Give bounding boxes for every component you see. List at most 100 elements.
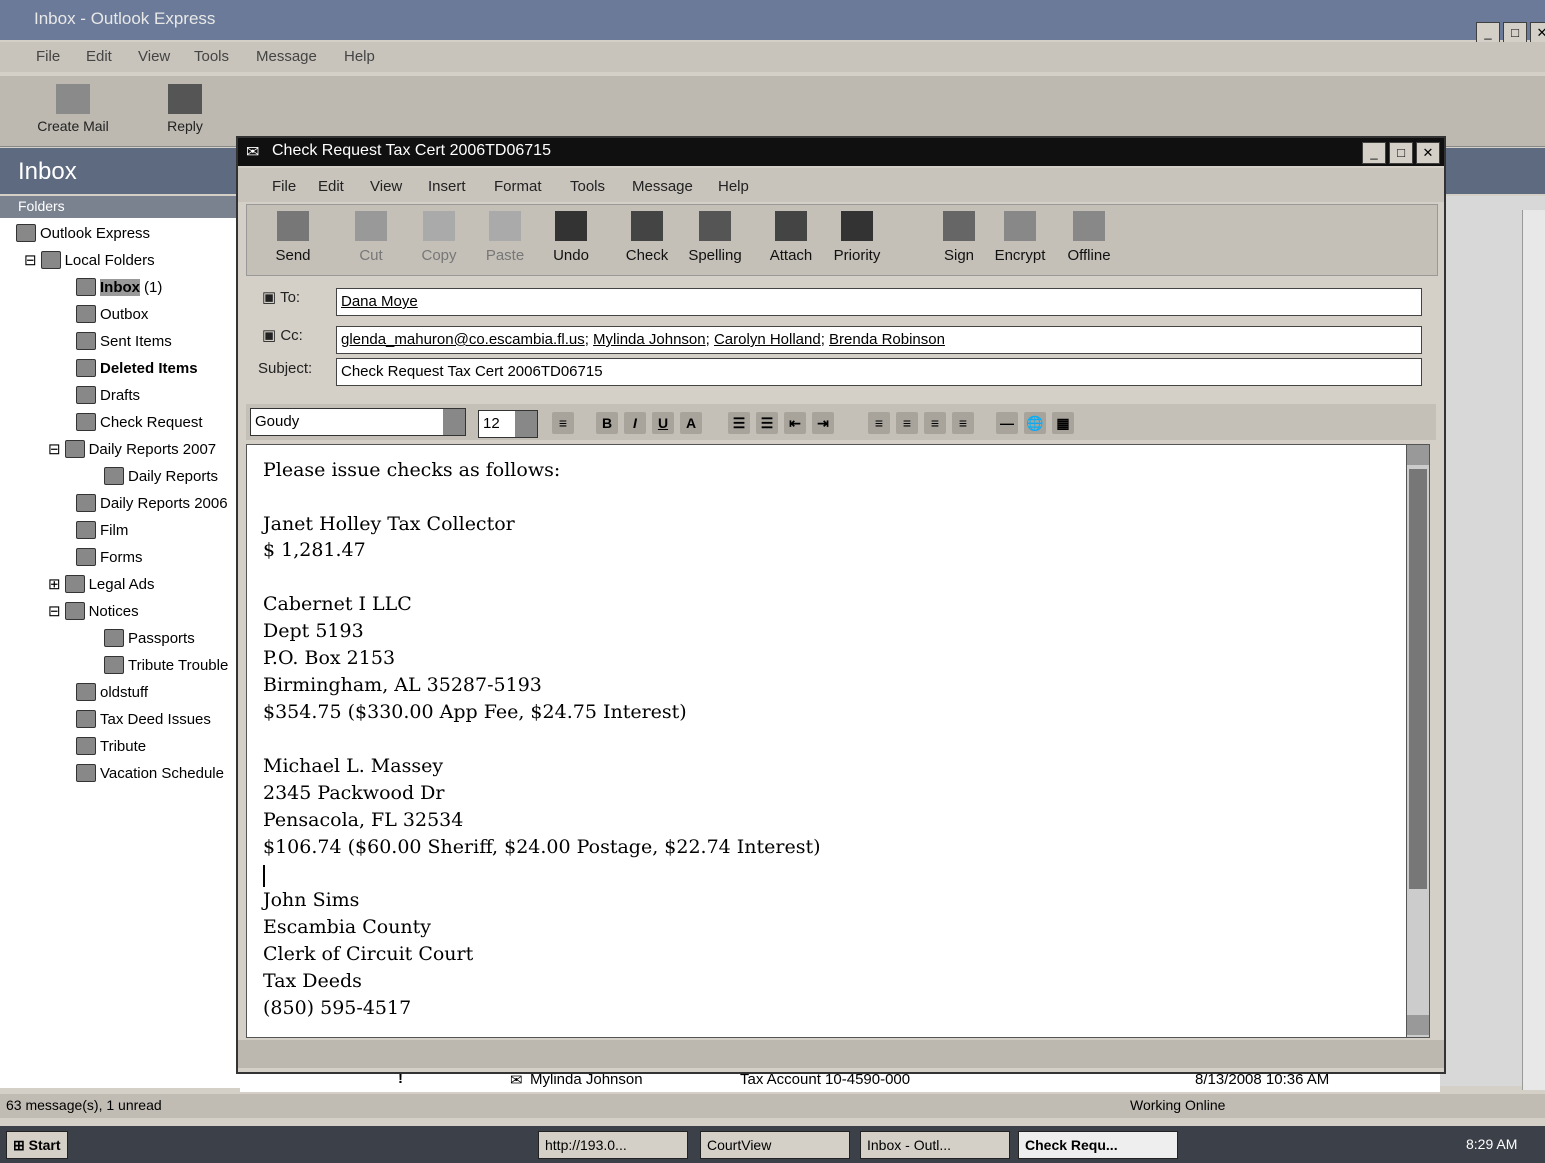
folder-check-request[interactable]: Check Request [76, 413, 203, 431]
increase-indent-icon[interactable]: ⇥ [812, 412, 834, 434]
menu-tools[interactable]: Tools [570, 178, 605, 195]
scissors-icon [355, 211, 387, 241]
folder-outlook-express[interactable]: Outlook Express [16, 224, 150, 242]
cc-field[interactable]: glenda_mahuron@co.escambia.fl.us; Mylind… [336, 326, 1422, 354]
bold-icon[interactable]: B [596, 412, 618, 434]
folder-passports[interactable]: Passports [104, 629, 195, 647]
folder-daily-reports[interactable]: Daily Reports [104, 467, 218, 485]
font-color-icon[interactable]: A [680, 412, 702, 434]
menu-format[interactable]: Format [494, 178, 542, 195]
sign-button[interactable]: Sign [933, 211, 985, 264]
folder-notices[interactable]: ⊟ Notices [48, 602, 139, 620]
offline-button[interactable]: Offline [1059, 211, 1119, 264]
subject-field[interactable]: Check Request Tax Cert 2006TD06715 [336, 358, 1422, 386]
justify-icon[interactable]: ≡ [952, 412, 974, 434]
menu-view[interactable]: View [370, 178, 402, 195]
message-body[interactable]: Please issue checks as follows: Janet Ho… [246, 444, 1408, 1038]
minimize-icon[interactable]: _ [1476, 22, 1500, 44]
paragraph-style-icon[interactable]: ≡ [552, 412, 574, 434]
folder-tax-deed-issues[interactable]: Tax Deed Issues [76, 710, 211, 728]
font-select[interactable]: Goudy [250, 408, 466, 436]
close-icon[interactable]: ✕ [1530, 22, 1545, 44]
folder-local-folders[interactable]: ⊟ Local Folders [24, 251, 155, 269]
maximize-icon[interactable]: □ [1389, 142, 1413, 164]
folder-daily-reports-2007[interactable]: ⊟ Daily Reports 2007 [48, 440, 238, 458]
align-left-icon[interactable]: ≡ [868, 412, 890, 434]
offline-label: Offline [1067, 247, 1111, 264]
to-label[interactable]: ▣ To: [262, 288, 300, 306]
collapse-icon[interactable]: ⊟ [48, 602, 61, 620]
scroll-down-icon[interactable] [1407, 1015, 1429, 1035]
check-names-button[interactable]: Check [619, 211, 675, 264]
task-check-request[interactable]: Check Requ... [1018, 1131, 1178, 1159]
bullet-list-icon[interactable]: ☰ [756, 412, 778, 434]
priority-button[interactable]: Priority [825, 211, 889, 264]
paste-button[interactable]: Paste [477, 211, 533, 264]
undo-button[interactable]: Undo [543, 211, 599, 264]
folder-inbox[interactable]: Inbox (1) [76, 278, 162, 296]
menu-edit[interactable]: Edit [318, 178, 344, 195]
address-book-icon: ▣ [262, 289, 281, 306]
folder-sent-items[interactable]: Sent Items [76, 332, 172, 350]
font-size-select[interactable]: 12 [478, 410, 538, 438]
task-courtview[interactable]: CourtView [700, 1131, 850, 1159]
folder-legal-ads[interactable]: ⊞ Legal Ads [48, 575, 154, 593]
numbered-list-icon[interactable]: ☰ [728, 412, 750, 434]
chevron-down-icon[interactable] [515, 411, 537, 437]
minimize-icon[interactable]: _ [1362, 142, 1386, 164]
underline-icon[interactable]: U [652, 412, 674, 434]
scroll-thumb[interactable] [1409, 469, 1427, 889]
hyperlink-icon[interactable]: 🌐 [1024, 412, 1046, 434]
cut-button[interactable]: Cut [343, 211, 399, 264]
menu-file[interactable]: File [36, 48, 60, 65]
folder-forms[interactable]: Forms [76, 548, 143, 566]
maximize-icon[interactable]: □ [1503, 22, 1527, 44]
menu-insert[interactable]: Insert [428, 178, 466, 195]
collapse-icon[interactable]: ⊟ [48, 440, 61, 458]
attach-button[interactable]: Attach [763, 211, 819, 264]
menu-message[interactable]: Message [632, 178, 693, 195]
menu-view[interactable]: View [138, 48, 170, 65]
cc-label[interactable]: ▣ Cc: [262, 326, 303, 344]
folder-drafts[interactable]: Drafts [76, 386, 140, 404]
horizontal-line-icon[interactable]: — [996, 412, 1018, 434]
folder-film[interactable]: Film [76, 521, 128, 539]
send-button[interactable]: Send [261, 211, 325, 264]
expand-icon[interactable]: ⊞ [48, 575, 61, 593]
create-mail-icon [56, 84, 90, 114]
task-browser[interactable]: http://193.0... [538, 1131, 688, 1159]
encrypt-button[interactable]: Encrypt [987, 211, 1053, 264]
copy-button[interactable]: Copy [411, 211, 467, 264]
create-mail-button[interactable]: Create Mail [28, 84, 118, 134]
insert-picture-icon[interactable]: ▦ [1052, 412, 1074, 434]
scroll-up-icon[interactable] [1407, 445, 1429, 465]
menu-help[interactable]: Help [344, 48, 375, 65]
collapse-icon[interactable]: ⊟ [24, 251, 37, 269]
decrease-indent-icon[interactable]: ⇤ [784, 412, 806, 434]
folder-vacation-schedule[interactable]: Vacation Schedule [76, 764, 224, 782]
close-icon[interactable]: ✕ [1416, 142, 1440, 164]
folder-oldstuff[interactable]: oldstuff [76, 683, 148, 701]
menu-message[interactable]: Message [256, 48, 317, 65]
folder-daily-reports-2006[interactable]: Daily Reports 2006 [76, 494, 238, 512]
menu-tools[interactable]: Tools [194, 48, 229, 65]
reply-button[interactable]: Reply [150, 84, 220, 134]
folder-deleted-items[interactable]: Deleted Items [76, 359, 198, 377]
folder-tribute[interactable]: Tribute [76, 737, 146, 755]
message-list-scrollbar[interactable] [1522, 210, 1545, 1090]
align-right-icon[interactable]: ≡ [924, 412, 946, 434]
menu-file[interactable]: File [272, 178, 296, 195]
align-center-icon[interactable]: ≡ [896, 412, 918, 434]
menu-help[interactable]: Help [718, 178, 749, 195]
folder-outbox[interactable]: Outbox [76, 305, 148, 323]
task-inbox[interactable]: Inbox - Outl... [860, 1131, 1010, 1159]
folder-label: Inbox [100, 278, 140, 296]
body-scrollbar[interactable] [1406, 444, 1430, 1038]
start-button[interactable]: ⊞ Start [6, 1131, 68, 1159]
menu-edit[interactable]: Edit [86, 48, 112, 65]
italic-icon[interactable]: I [624, 412, 646, 434]
folder-tribute-trouble[interactable]: Tribute Trouble [104, 656, 238, 674]
to-field[interactable]: Dana Moye [336, 288, 1422, 316]
chevron-down-icon[interactable] [443, 409, 465, 435]
spelling-button[interactable]: Spelling [683, 211, 747, 264]
